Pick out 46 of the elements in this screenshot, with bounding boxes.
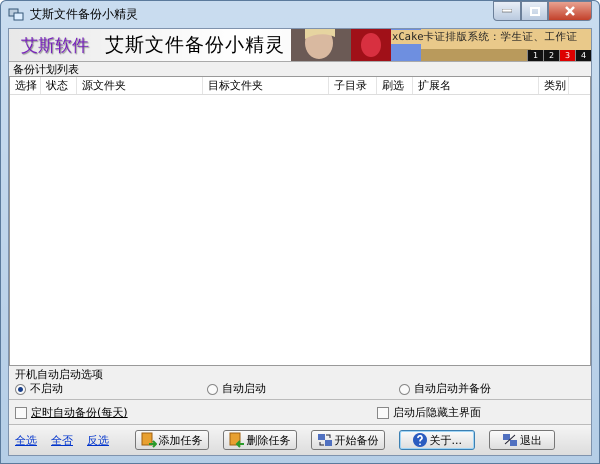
help-icon — [412, 432, 428, 448]
column-header[interactable]: 子目录 — [329, 77, 377, 94]
radio-label: 自动启动并备份 — [414, 382, 491, 396]
minimize-button[interactable] — [493, 1, 521, 21]
close-button[interactable] — [548, 1, 592, 21]
close-icon — [565, 6, 575, 16]
page-tab[interactable]: 2 — [543, 50, 559, 61]
maximize-icon — [530, 6, 540, 16]
column-header[interactable]: 目标文件夹 — [203, 77, 329, 94]
radio-button[interactable] — [207, 384, 218, 394]
page-tab[interactable]: 3 — [559, 50, 575, 61]
list-title: 备份计划列表 — [12, 62, 80, 76]
column-header[interactable]: 扩展名 — [413, 77, 539, 94]
link[interactable]: 全否 — [51, 432, 73, 448]
checkbox-label: 启动后隐藏主界面 — [393, 406, 481, 420]
link[interactable]: 全选 — [15, 432, 37, 448]
delete-button[interactable]: 删除任务 — [222, 430, 296, 450]
remove-file-icon — [228, 432, 244, 448]
group-title: 开机自动启动选项 — [14, 367, 104, 381]
column-header[interactable]: 类别 — [539, 77, 569, 94]
column-header[interactable]: 选择 — [10, 77, 41, 94]
radio-button[interactable] — [15, 384, 26, 394]
page-tab[interactable]: 1 — [527, 50, 543, 61]
column-header[interactable]: 状态 — [41, 77, 77, 94]
checkbox-label: 定时自动备份(每天) — [31, 406, 128, 420]
about-button[interactable]: 关于... — [398, 430, 475, 450]
checkbox[interactable] — [377, 407, 389, 419]
window-title: 艾斯文件备份小精灵 — [30, 6, 138, 23]
radio-label: 自动启动 — [222, 382, 266, 396]
add-button[interactable]: 添加任务 — [134, 430, 208, 450]
page-tab[interactable]: 4 — [575, 50, 591, 61]
radio-label: 不启动 — [30, 382, 63, 396]
exit-button[interactable]: 退出 — [489, 430, 555, 450]
start-button[interactable]: 开始备份 — [310, 430, 384, 450]
minimize-icon — [502, 9, 512, 13]
maximize-button[interactable] — [521, 1, 548, 21]
link[interactable]: 反选 — [87, 432, 109, 448]
column-header[interactable]: 刷选 — [377, 77, 413, 94]
app-icon — [8, 8, 24, 22]
brand-logo: 艾斯软件 — [21, 34, 89, 56]
add-file-icon — [140, 432, 156, 448]
app-name: 艾斯文件备份小精灵 — [105, 33, 285, 58]
column-header[interactable]: 源文件夹 — [77, 77, 203, 94]
ad-text: xCake卡证排版系统：学生证、工作证 — [391, 30, 579, 44]
radio-button[interactable] — [399, 384, 410, 394]
checkbox[interactable] — [15, 407, 27, 419]
